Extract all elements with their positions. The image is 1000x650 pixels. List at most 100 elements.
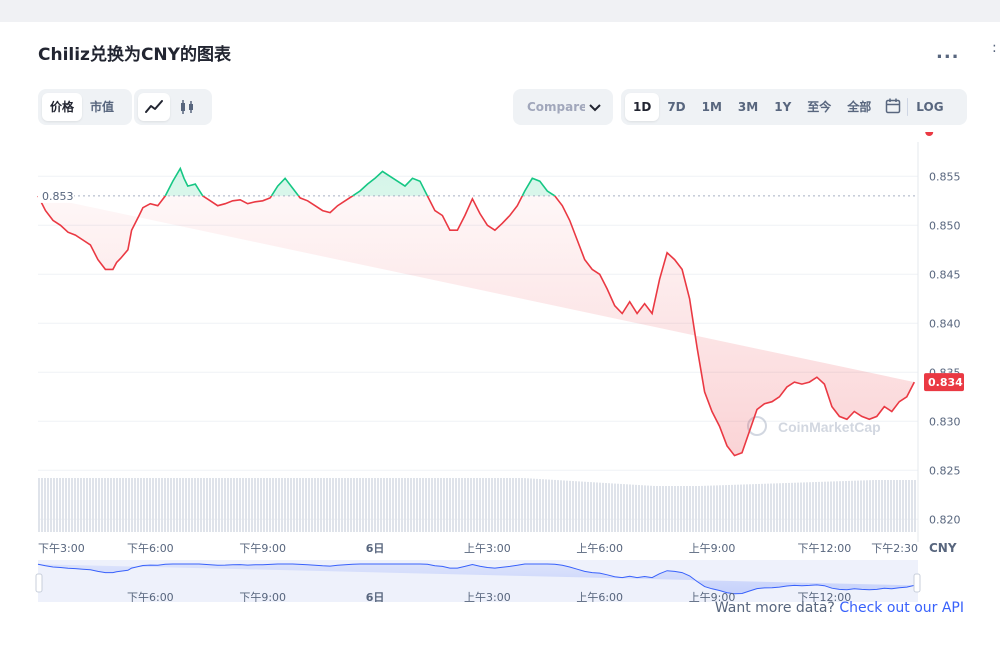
range-3m[interactable]: 3M (730, 93, 766, 121)
volume-bar (203, 478, 205, 532)
volume-bar (224, 478, 226, 532)
volume-bar (458, 478, 460, 532)
volume-bar (515, 478, 517, 532)
volume-bar (722, 485, 724, 532)
volume-bar (302, 478, 304, 532)
volume-bar (281, 478, 283, 532)
range-1d[interactable]: 1D (625, 93, 660, 121)
range-all[interactable]: 全部 (839, 93, 879, 121)
volume-bar (791, 482, 793, 532)
volume-bar (881, 480, 883, 532)
tab-price[interactable]: 价格 (42, 93, 83, 121)
volume-bar (446, 478, 448, 532)
volume-bar (668, 486, 670, 532)
volume-bar (410, 478, 412, 532)
volume-bar (479, 478, 481, 532)
volume-bar (626, 484, 628, 532)
volume-bar (650, 485, 652, 532)
volume-bar (419, 478, 421, 532)
volume-bar (761, 483, 763, 532)
range-1y[interactable]: 1Y (766, 93, 799, 121)
chevron-down-icon (589, 104, 601, 112)
navigator-right-handle[interactable] (913, 573, 921, 593)
volume-bar (338, 478, 340, 532)
navigator-left-handle[interactable] (35, 573, 43, 593)
compare-dropdown[interactable]: Compare with (513, 89, 613, 125)
volume-bar (713, 485, 715, 532)
volume-bar (614, 483, 616, 532)
volume-bar (485, 478, 487, 532)
calendar-button[interactable] (879, 93, 907, 121)
volume-bar (770, 483, 772, 532)
volume-bar (209, 478, 211, 532)
volume-bar (797, 482, 799, 532)
line-chart-icon (145, 100, 163, 113)
volume-bar (260, 478, 262, 532)
volume-bar (332, 478, 334, 532)
volume-bar (425, 478, 427, 532)
volume-bar (134, 478, 136, 532)
navigator-tick-label: 下午9:00 (239, 591, 286, 602)
volume-bar (374, 478, 376, 532)
volume-bar (104, 478, 106, 532)
volume-bar (914, 480, 916, 532)
volume-bar (908, 480, 910, 532)
volume-bar (107, 478, 109, 532)
volume-bar (254, 478, 256, 532)
volume-bar (122, 478, 124, 532)
volume-bar (71, 478, 73, 532)
volume-bar (539, 479, 541, 532)
volume-bar (506, 478, 508, 532)
volume-bar (521, 478, 523, 532)
volume-bar (38, 478, 40, 532)
candlestick-button[interactable] (170, 93, 204, 121)
volume-bar (251, 478, 253, 532)
volume-bar (767, 483, 769, 532)
range-1m[interactable]: 1M (694, 93, 730, 121)
volume-bar (143, 478, 145, 532)
volume-bar (368, 478, 370, 532)
x-tick-label: 下午9:00 (239, 542, 286, 555)
volume-bar (41, 478, 43, 532)
volume-bar (824, 481, 826, 532)
candlestick-icon (181, 100, 193, 114)
volume-bar (821, 481, 823, 532)
volume-bar (710, 485, 712, 532)
volume-bar (605, 483, 607, 532)
volume-bar (500, 478, 502, 532)
range-ytd[interactable]: 至今 (799, 93, 839, 121)
volume-bar (215, 478, 217, 532)
api-link[interactable]: Check out our API (839, 600, 964, 616)
log-scale-toggle[interactable]: LOG (908, 93, 951, 121)
range-7d[interactable]: 7D (659, 93, 693, 121)
volume-bar (686, 486, 688, 532)
y-tick-label: 0.855 (929, 170, 961, 183)
volume-bar (236, 478, 238, 532)
volume-bar (554, 479, 556, 532)
volume-bar (266, 478, 268, 532)
volume-bar (467, 478, 469, 532)
volume-bar (890, 480, 892, 532)
volume-bar (719, 485, 721, 532)
volume-bar (362, 478, 364, 532)
volume-bar (503, 478, 505, 532)
range-navigator[interactable]: 下午6:00 下午9:00 6日 上午3:00 上午6:00 上午9:00 下午12:00 (35, 560, 921, 602)
chart-card: Chiliz兑换为CNY的图表 ... : 价格 市值 Compare with… (0, 22, 1000, 650)
volume-bar (470, 478, 472, 532)
line-chart-button[interactable] (138, 93, 170, 121)
volume-bar (608, 483, 610, 532)
volume-bar (200, 478, 202, 532)
navigator-tick-label: 上午6:00 (576, 591, 623, 602)
volume-bar (305, 478, 307, 532)
x-tick-label: 上午6:00 (576, 542, 623, 555)
volume-bar (233, 478, 235, 532)
volume-bar (125, 478, 127, 532)
tab-market-cap[interactable]: 市值 (82, 93, 122, 121)
more-options-button[interactable]: ... (936, 42, 960, 63)
volume-bar (584, 481, 586, 532)
volume-bar (329, 478, 331, 532)
volume-bar (671, 486, 673, 532)
volume-bar (623, 484, 625, 532)
volume-bar (44, 478, 46, 532)
volume-bar (596, 482, 598, 532)
